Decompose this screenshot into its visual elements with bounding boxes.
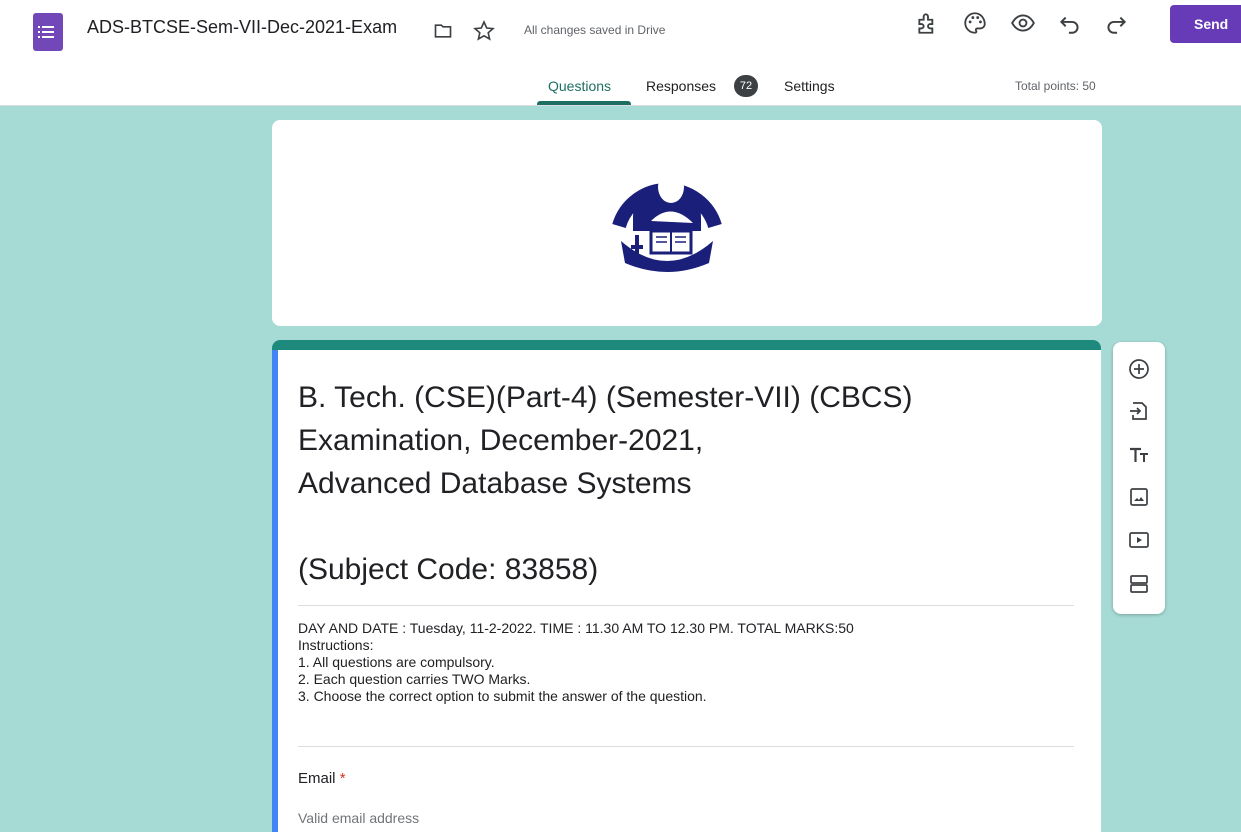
add-image-icon[interactable] xyxy=(1127,485,1151,509)
title-underline xyxy=(298,605,1074,606)
add-video-icon[interactable] xyxy=(1127,528,1151,552)
save-status: All changes saved in Drive xyxy=(524,23,666,37)
undo-icon[interactable] xyxy=(1057,10,1083,36)
card-top-accent xyxy=(272,340,1101,350)
section-divider xyxy=(298,746,1074,747)
add-section-icon[interactable] xyxy=(1127,572,1151,596)
tab-settings[interactable]: Settings xyxy=(784,78,835,94)
import-questions-icon[interactable] xyxy=(1127,399,1151,423)
active-tab-indicator xyxy=(537,101,631,105)
google-forms-icon[interactable] xyxy=(33,13,63,51)
top-bar: ADS-BTCSE-Sem-VII-Dec-2021-Exam All chan… xyxy=(0,0,1241,106)
tab-questions[interactable]: Questions xyxy=(548,78,611,94)
star-icon[interactable] xyxy=(472,19,496,43)
send-button[interactable]: Send xyxy=(1170,5,1241,43)
email-question-label: Email * xyxy=(298,770,346,787)
addon-icon[interactable] xyxy=(915,10,941,36)
required-asterisk: * xyxy=(339,770,346,787)
email-label-text: Email xyxy=(298,770,336,787)
palette-icon[interactable] xyxy=(962,10,988,36)
move-to-folder-icon[interactable] xyxy=(432,21,454,41)
add-title-icon[interactable] xyxy=(1127,443,1151,467)
card-focus-indicator xyxy=(272,350,278,832)
tab-responses[interactable]: Responses xyxy=(646,78,716,94)
responses-count-badge: 72 xyxy=(734,75,758,97)
form-title[interactable]: B. Tech. (CSE)(Part-4) (Semester-VII) (C… xyxy=(298,376,1058,591)
add-question-icon[interactable] xyxy=(1127,357,1151,381)
form-title-card[interactable]: B. Tech. (CSE)(Part-4) (Semester-VII) (C… xyxy=(272,340,1101,832)
floating-toolbar xyxy=(1113,342,1165,614)
email-input[interactable]: Valid email address xyxy=(298,810,419,826)
preview-eye-icon[interactable] xyxy=(1010,10,1036,36)
university-logo xyxy=(612,171,722,272)
redo-icon[interactable] xyxy=(1103,10,1129,36)
document-title[interactable]: ADS-BTCSE-Sem-VII-Dec-2021-Exam xyxy=(87,17,397,38)
form-description[interactable]: DAY AND DATE : Tuesday, 11-2-2022. TIME … xyxy=(298,620,854,705)
total-points: Total points: 50 xyxy=(1015,79,1096,93)
